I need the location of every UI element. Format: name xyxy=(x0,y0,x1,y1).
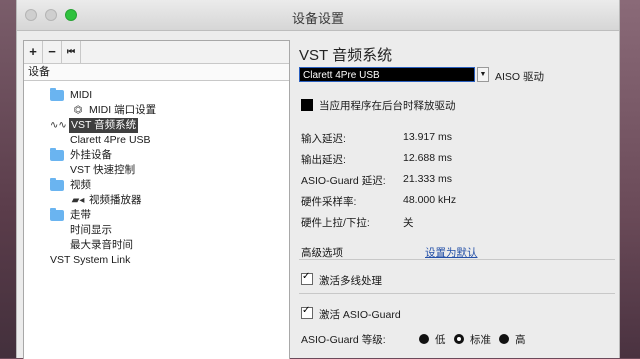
sample-rate-value: 48.000 kHz xyxy=(403,194,457,206)
section-divider xyxy=(299,293,615,294)
output-latency-label: 输出延迟: xyxy=(301,154,346,166)
tree-item-label: 视频播放器 xyxy=(89,194,142,206)
tree-item-video[interactable]: 视频 xyxy=(50,178,91,193)
tree-item-label: VST 音频系统 xyxy=(69,118,139,133)
tree-item-midi[interactable]: MIDI xyxy=(50,88,92,103)
release-driver-label: 当应用程序在后台时释放驱动 xyxy=(319,100,456,112)
device-list-panel: + − ⏮ 设备 MIDI ⏣ MIDI 端口设置 ∿∿ VST 音频系统 Cl… xyxy=(23,40,290,359)
input-latency-value: 13.917 ms xyxy=(403,131,453,143)
device-list-toolbar: + − ⏮ xyxy=(24,41,289,64)
tree-item-label: VST System Link xyxy=(50,254,131,266)
release-driver-checkbox[interactable] xyxy=(301,99,313,111)
tree-item-external-devices[interactable]: 外挂设备 xyxy=(50,148,112,163)
tree-item-label: 视频 xyxy=(70,179,91,191)
tree-item-label: MIDI xyxy=(70,89,93,101)
device-settings-window: 设备设置 + − ⏮ 设备 MIDI ⏣ MIDI 端口设置 ∿∿ VST 音频… xyxy=(16,0,620,359)
asio-guard-label: 激活 ASIO-Guard xyxy=(319,309,401,321)
asio-guard-level-high-label: 高 xyxy=(515,334,526,346)
tree-item-label: VST 快速控制 xyxy=(70,164,136,176)
multiprocessing-label: 激活多线处理 xyxy=(319,275,382,287)
video-camera-icon: ▰◂ xyxy=(71,195,85,206)
section-divider xyxy=(299,259,615,260)
tree-item-time-display[interactable]: 时间显示 xyxy=(70,223,112,238)
folder-icon xyxy=(50,178,64,191)
input-latency-label: 输入延迟: xyxy=(301,133,346,145)
sample-rate-label: 硬件采样率: xyxy=(301,196,357,208)
tree-item-label: MIDI 端口设置 xyxy=(89,104,157,116)
desktop-background-right xyxy=(618,0,640,358)
asio-guard-level-normal-label: 标准 xyxy=(470,334,491,346)
window-title: 设备设置 xyxy=(291,11,344,26)
tree-item-midi-port-setup[interactable]: ⏣ MIDI 端口设置 xyxy=(70,103,156,118)
tree-item-label: 外挂设备 xyxy=(70,149,112,161)
advanced-options-label: 高级选项 xyxy=(301,247,343,259)
pull-up-down-value: 关 xyxy=(403,217,414,229)
tree-item-max-record-time[interactable]: 最大录音时间 xyxy=(70,238,133,253)
folder-icon xyxy=(50,208,64,221)
tree-item-video-player[interactable]: ▰◂ 视频播放器 xyxy=(70,193,142,208)
tree-item-label: Clarett 4Pre USB xyxy=(70,134,151,146)
asio-guard-checkbox[interactable] xyxy=(301,305,313,319)
tree-item-vst-quick-controls[interactable]: VST 快速控制 xyxy=(70,163,135,178)
folder-icon xyxy=(50,88,64,101)
tree-item-vst-system-link[interactable]: VST System Link xyxy=(50,253,130,268)
panel-title: VST 音频系统 xyxy=(299,47,393,64)
set-defaults-link[interactable]: 设置为默认 xyxy=(425,245,478,260)
reset-device-button[interactable]: ⏮ xyxy=(62,41,81,63)
output-latency-value: 12.688 ms xyxy=(403,152,453,164)
pull-up-down-label: 硬件上拉/下拉: xyxy=(301,217,370,229)
tree-item-clarett[interactable]: Clarett 4Pre USB xyxy=(70,133,151,148)
asio-guard-latency-value: 21.333 ms xyxy=(403,173,453,185)
waveform-icon: ∿∿ xyxy=(50,120,67,131)
remove-device-button[interactable]: − xyxy=(43,41,62,63)
tree-item-transport[interactable]: 走带 xyxy=(50,208,91,223)
folder-icon xyxy=(50,148,64,161)
asio-driver-label: AISO 驱动 xyxy=(495,71,545,83)
asio-guard-level-high-radio[interactable] xyxy=(499,334,509,344)
asio-guard-level-normal-radio[interactable] xyxy=(454,334,464,344)
add-device-button[interactable]: + xyxy=(24,41,43,63)
device-list-header: 设备 xyxy=(24,64,289,81)
tree-item-label: 最大录音时间 xyxy=(70,239,133,251)
vst-audio-settings-panel: VST 音频系统 Clarett 4Pre USB ▼ AISO 驱动 当应用程… xyxy=(299,36,615,358)
asio-guard-latency-label: ASIO-Guard 延迟: xyxy=(301,175,386,187)
asio-guard-level-label: ASIO-Guard 等级: xyxy=(301,334,386,346)
tree-item-vst-audio-system[interactable]: ∿∿ VST 音频系统 xyxy=(50,118,139,133)
asio-guard-level-low-radio[interactable] xyxy=(419,334,429,344)
multiprocessing-checkbox[interactable] xyxy=(301,271,313,285)
desktop-background xyxy=(0,0,16,358)
title-bar: 设备设置 xyxy=(17,0,619,31)
asio-guard-level-low-label: 低 xyxy=(435,334,446,346)
midi-port-icon: ⏣ xyxy=(73,105,83,116)
chevron-down-icon[interactable]: ▼ xyxy=(477,67,489,82)
asio-driver-select[interactable]: Clarett 4Pre USB xyxy=(299,67,475,82)
tree-item-label: 时间显示 xyxy=(70,224,112,236)
tree-item-label: 走带 xyxy=(70,209,91,221)
